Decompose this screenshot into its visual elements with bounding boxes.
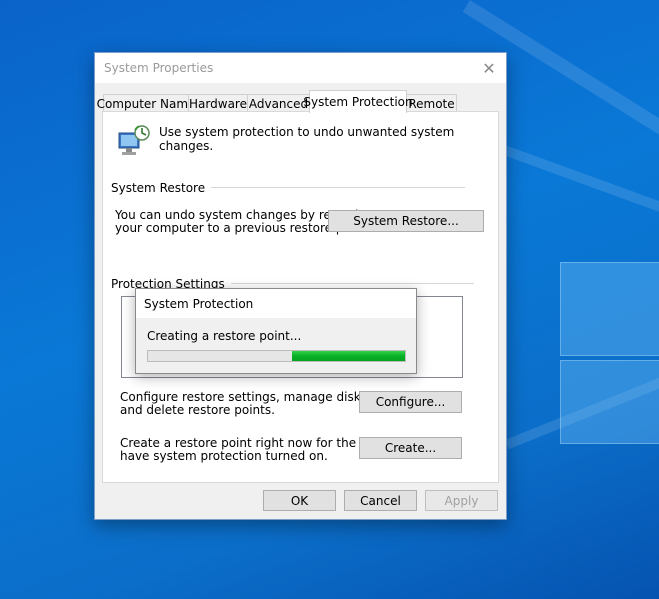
system-restore-group-label: System Restore bbox=[111, 181, 212, 195]
create-button[interactable]: Create... bbox=[359, 437, 462, 459]
ok-button[interactable]: OK bbox=[263, 490, 336, 511]
tab-remote[interactable]: Remote bbox=[406, 94, 457, 112]
progress-status-text: Creating a restore point... bbox=[147, 329, 302, 343]
group-divider bbox=[183, 187, 465, 188]
window-title: System Properties bbox=[104, 61, 214, 75]
tab-hardware[interactable]: Hardware bbox=[188, 94, 248, 112]
apply-button[interactable]: Apply bbox=[425, 490, 498, 511]
system-restore-button[interactable]: System Restore... bbox=[328, 210, 484, 232]
system-protection-progress-dialog: System Protection Creating a restore poi… bbox=[135, 288, 417, 374]
tab-computer-name[interactable]: Computer Name bbox=[97, 94, 195, 112]
system-properties-window: System Properties ✕ Computer Name Hardwa… bbox=[94, 52, 507, 520]
tab-system-protection[interactable]: System Protection bbox=[303, 90, 413, 113]
cancel-button[interactable]: Cancel bbox=[344, 490, 417, 511]
progress-dialog-title: System Protection bbox=[144, 297, 254, 311]
title-bar[interactable]: System Properties ✕ bbox=[95, 53, 506, 83]
windows-logo-pane bbox=[560, 262, 659, 356]
progress-bar bbox=[147, 350, 406, 362]
light-beam bbox=[501, 145, 659, 223]
windows-logo-pane bbox=[560, 360, 659, 444]
intro-text: Use system protection to undo unwanted s… bbox=[159, 125, 455, 153]
progress-dialog-title-bar[interactable]: System Protection bbox=[136, 289, 416, 318]
group-divider bbox=[206, 283, 474, 284]
configure-button[interactable]: Configure... bbox=[359, 391, 462, 413]
tab-advanced[interactable]: Advanced bbox=[247, 94, 310, 112]
system-protection-icon bbox=[118, 125, 150, 155]
progress-bar-fill bbox=[292, 351, 405, 361]
close-button[interactable]: ✕ bbox=[472, 53, 506, 83]
close-icon: ✕ bbox=[482, 58, 496, 78]
